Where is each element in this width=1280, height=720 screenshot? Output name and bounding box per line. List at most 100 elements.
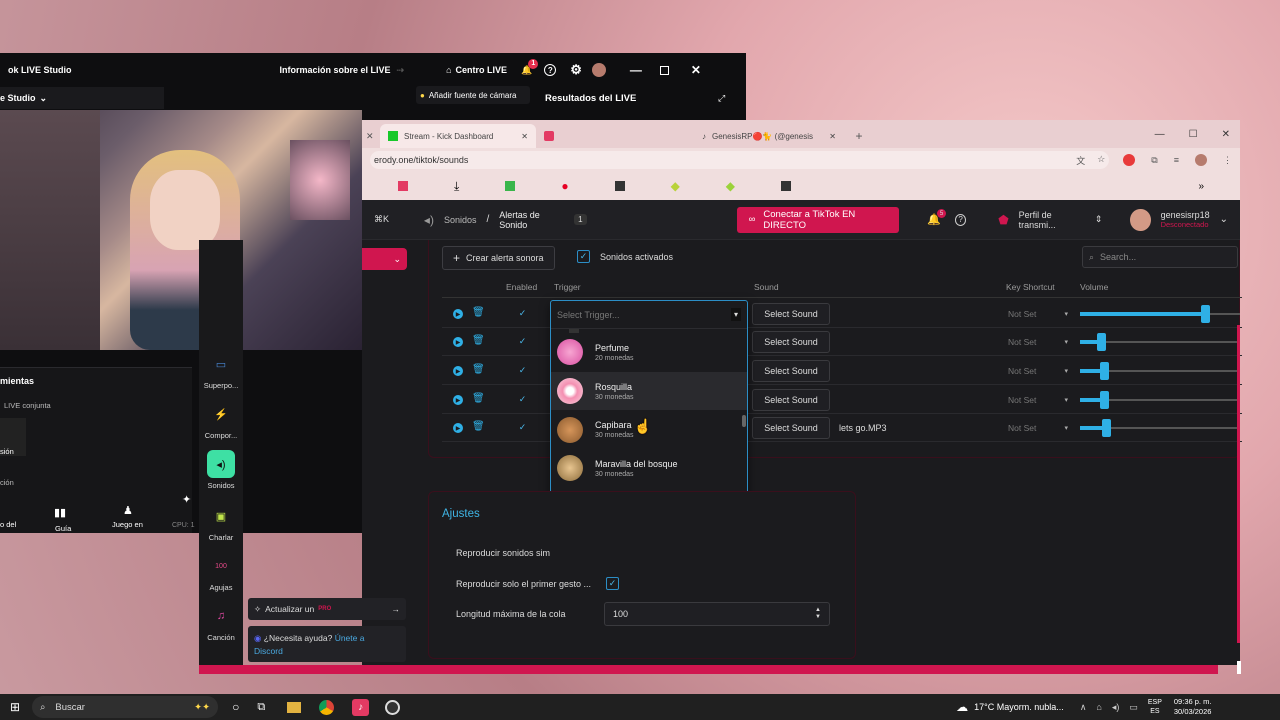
help-icon[interactable]: ?	[955, 213, 967, 226]
volume-knob[interactable]	[1101, 419, 1111, 437]
shortcut-select[interactable]: Not Set ▾	[1008, 366, 1068, 376]
connect-tiktok-button[interactable]: ∞ Conectar a TikTok EN DIRECTO	[736, 206, 900, 233]
nav-sonidos[interactable]: ◂) Sonidos	[199, 450, 243, 490]
task-view-icon[interactable]: ⧉	[257, 701, 265, 714]
nav-cancion[interactable]: ♫ Canción	[199, 602, 243, 642]
close-icon[interactable]: ✕	[1222, 129, 1230, 140]
volume-slider[interactable]	[1080, 391, 1240, 409]
discord-link[interactable]: Únete a	[335, 633, 365, 643]
magic-wand-icon[interactable]: ✦	[182, 493, 191, 506]
enabled-checkbox[interactable]: ✓	[516, 335, 529, 348]
gift-option[interactable]: Maravilla del bosque 30 monedas	[551, 449, 747, 488]
taskbar-search[interactable]: ⌕ Buscar ✦✦	[32, 696, 219, 718]
network-icon[interactable]: ⌂	[1096, 702, 1101, 713]
trash-icon[interactable]: 🗑	[472, 335, 485, 346]
play-icon[interactable]: ▶	[453, 337, 463, 347]
address-bar[interactable]: erody.one/tiktok/sounds 文 ☆	[370, 151, 1110, 169]
nav-superpo[interactable]: ▭ Superpo...	[199, 350, 243, 391]
scrollbar[interactable]	[742, 415, 746, 427]
adblock-icon[interactable]	[1123, 154, 1136, 166]
checkbox[interactable]: ✓	[577, 250, 590, 263]
obs-icon[interactable]	[385, 699, 401, 715]
upgrade-pro-button[interactable]: ✧ Actualizar un PRO →	[248, 598, 406, 620]
select-sound-button[interactable]: Select Sound	[752, 389, 830, 411]
select-sound-button[interactable]: Select Sound	[752, 331, 830, 353]
pinterest-icon[interactable]: ●	[561, 179, 568, 193]
chrome-icon[interactable]	[319, 699, 335, 715]
bookmark-icon[interactable]: ◆	[671, 179, 680, 193]
add-camera-button[interactable]: ● Añadir fuente de cámara	[416, 86, 530, 104]
cortana-icon[interactable]: ○	[232, 700, 239, 714]
clock[interactable]: 09:36 p. m. 30/03/2026	[1174, 697, 1212, 717]
play-icon[interactable]: ▶	[453, 395, 463, 405]
breadcrumb-sounds[interactable]: Sonidos	[444, 215, 477, 225]
sounds-active-toggle[interactable]: ✓ Sonidos activados	[577, 250, 673, 263]
enabled-checkbox[interactable]: ✓	[516, 393, 529, 406]
profile-selector[interactable]: Perfil de transmi...	[1019, 210, 1085, 230]
shortcut-select[interactable]: Not Set ▾	[1008, 423, 1068, 433]
resize-handle[interactable]	[1237, 661, 1241, 674]
shortcut-select[interactable]: Not Set ▾	[1008, 309, 1068, 319]
volume-knob[interactable]	[1100, 362, 1109, 380]
trash-icon[interactable]: 🗑	[472, 421, 485, 432]
minimize-icon[interactable]: —	[630, 63, 642, 77]
chevron-up-icon[interactable]: ∧	[1080, 702, 1087, 713]
volume-slider[interactable]	[1080, 333, 1240, 351]
tab-tikfinity[interactable]	[536, 124, 694, 148]
download-icon[interactable]: ⤓	[454, 179, 459, 194]
app-scrollbar[interactable]	[1237, 325, 1240, 643]
bookmark-icon[interactable]: ◆	[726, 179, 735, 193]
first-gesture-checkbox[interactable]: ✓	[606, 577, 619, 590]
tool-label-2[interactable]: o del	[0, 520, 16, 529]
volume-knob[interactable]	[1100, 391, 1109, 409]
tab-tiktok[interactable]: ♪ GenesisRP🔴🐈 (@genesis ✕	[694, 124, 844, 148]
play-icon[interactable]: ▶	[453, 309, 463, 319]
bookmark-icon[interactable]	[505, 181, 516, 191]
volume-slider[interactable]	[1080, 362, 1240, 380]
tab-kick[interactable]: Stream - Kick Dashboard ✕	[380, 124, 536, 148]
bell-icon[interactable]: 🔔 5	[927, 209, 947, 226]
weather-text[interactable]: 17°C Mayorm. nubla...	[974, 702, 1064, 712]
volume-knob[interactable]	[1200, 305, 1210, 323]
enabled-checkbox[interactable]: ✓	[516, 421, 529, 434]
file-explorer-icon[interactable]	[287, 701, 302, 713]
dropdown-caret-icon[interactable]: ▾	[730, 308, 741, 321]
maximize-icon[interactable]: ☐	[1189, 129, 1198, 140]
more-icon[interactable]: ⋮	[1223, 155, 1232, 166]
star-icon[interactable]: ☆	[1097, 154, 1105, 167]
volume-knob[interactable]	[1096, 333, 1106, 351]
enabled-checkbox[interactable]: ✓	[516, 364, 529, 377]
stepper-icon[interactable]: ▲ ▼	[815, 607, 821, 621]
close-icon[interactable]: ✕	[829, 132, 836, 141]
gear-icon[interactable]: ⚙	[570, 62, 582, 78]
windows-start-icon[interactable]: ⊞	[10, 700, 20, 714]
studio-dropdown[interactable]: e Studio ⌄	[0, 87, 164, 109]
battery-icon[interactable]: ▭	[1129, 702, 1138, 713]
select-sound-button[interactable]: Select Sound	[752, 303, 830, 325]
profile-avatar[interactable]	[1195, 154, 1207, 166]
live-info-link[interactable]: Información sobre el LIVE ⇢	[280, 65, 405, 76]
shortcut-select[interactable]: Not Set ▾	[1008, 337, 1068, 347]
chevron-updown-icon[interactable]: ⇕	[1095, 214, 1103, 225]
centro-live-button[interactable]: ⌂ Centro LIVE	[446, 65, 507, 75]
avatar[interactable]	[591, 63, 606, 77]
gift-option[interactable]: Perfume 20 monedas	[551, 333, 747, 372]
close-icon[interactable]: ✕	[362, 131, 380, 148]
bookmark-icon[interactable]	[781, 181, 792, 191]
nav-agujas[interactable]: 100 Agujas	[199, 552, 243, 593]
new-tab-button[interactable]: +	[850, 127, 868, 145]
translate-icon[interactable]: 文	[1076, 154, 1085, 167]
chevron-down-icon[interactable]: ⌄	[1220, 214, 1228, 225]
bell-icon[interactable]: 🔔 1	[521, 58, 539, 76]
guide-button[interactable]: Guía	[55, 524, 71, 533]
bookmark-icon[interactable]	[614, 181, 625, 191]
chevron-right-icon[interactable]: »	[1198, 181, 1204, 192]
select-sound-button[interactable]: Select Sound	[752, 417, 830, 439]
trash-icon[interactable]: 🗑	[472, 364, 485, 375]
create-alert-button[interactable]: + Crear alerta sonora	[442, 246, 555, 270]
tiktok-icon[interactable]: ♪	[352, 698, 370, 716]
play-icon[interactable]: ▶	[453, 423, 463, 433]
playlist-icon[interactable]: ≡	[1174, 155, 1179, 165]
discord-link-2[interactable]: Discord	[254, 646, 283, 656]
game-button[interactable]: Juego en	[112, 520, 143, 529]
